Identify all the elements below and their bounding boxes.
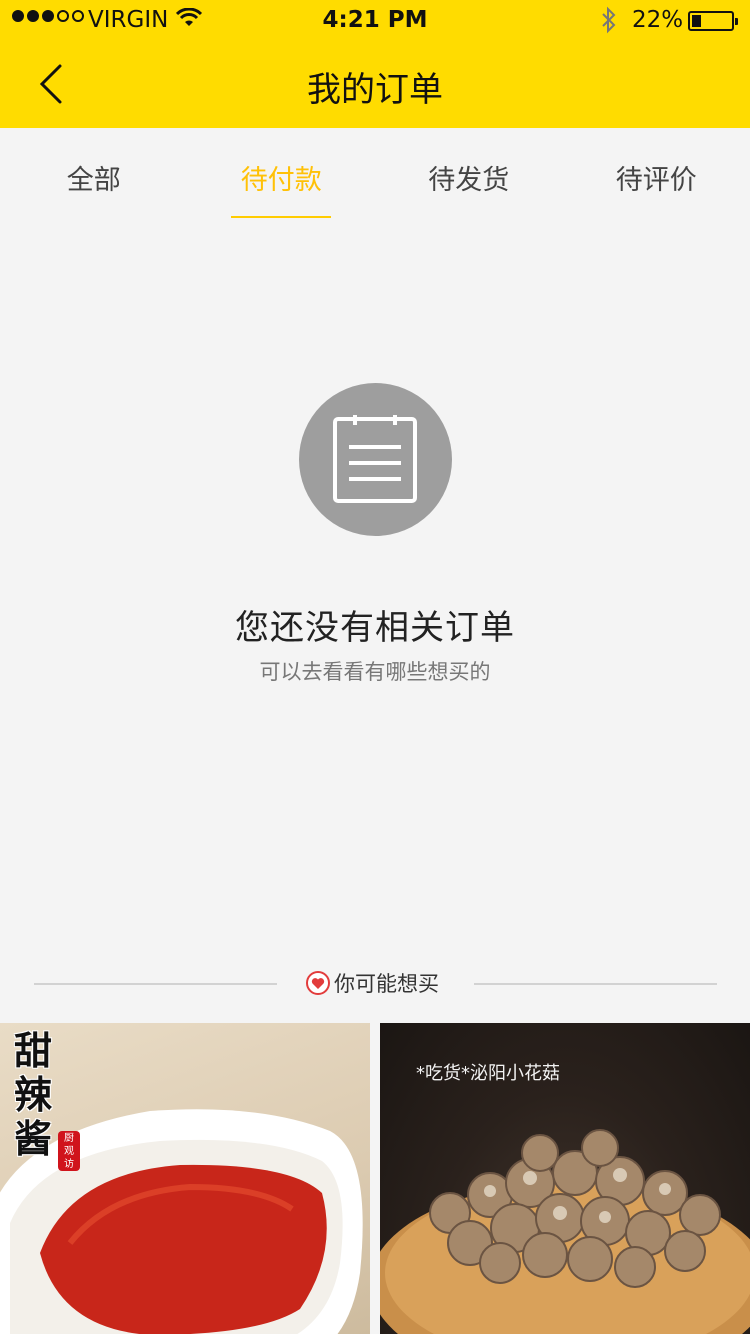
app-root: VIRGIN 4:21 PM 22% 我的订单 全部 待付款 待发货 待评价 您… xyxy=(0,0,750,1334)
tab-pending-payment[interactable]: 待付款 xyxy=(188,128,376,220)
tab-label: 待评价 xyxy=(615,165,697,196)
tab-label: 待付款 xyxy=(240,165,322,196)
status-bar: VIRGIN 4:21 PM 22% xyxy=(0,0,750,40)
divider-left xyxy=(34,983,277,985)
tab-pending-shipment[interactable]: 待发货 xyxy=(375,128,563,220)
tab-pending-review[interactable]: 待评价 xyxy=(563,128,750,220)
tab-all[interactable]: 全部 xyxy=(0,128,188,220)
bluetooth-icon xyxy=(600,6,618,40)
battery-percent: 22% xyxy=(632,7,684,33)
product-stamp: 厨观访 xyxy=(58,1131,80,1171)
empty-state-title: 您还没有相关订单 xyxy=(235,608,515,648)
product-card[interactable]: *吃货*泌阳小花菇 xyxy=(380,1023,750,1334)
order-tabs: 全部 待付款 待发货 待评价 xyxy=(0,128,750,220)
tab-label: 待发货 xyxy=(428,165,510,196)
recommend-header: 你可能想买 xyxy=(306,968,439,998)
product-title: 甜辣酱 xyxy=(14,1028,53,1161)
divider-right xyxy=(474,983,717,985)
nav-bar: 我的订单 xyxy=(0,40,750,128)
page-title: 我的订单 xyxy=(307,70,443,110)
heart-icon xyxy=(306,971,330,995)
product-title: *吃货*泌阳小花菇 xyxy=(416,1063,560,1084)
product-card[interactable]: 甜辣酱 厨观访 xyxy=(0,1023,370,1334)
recommend-label: 你可能想买 xyxy=(334,972,439,996)
document-icon xyxy=(333,415,417,503)
active-tab-indicator xyxy=(231,216,332,218)
empty-state-subtitle: 可以去看看有哪些想买的 xyxy=(259,660,491,684)
empty-orders-icon xyxy=(299,383,452,536)
battery-icon xyxy=(688,11,738,31)
tab-label: 全部 xyxy=(66,165,121,196)
